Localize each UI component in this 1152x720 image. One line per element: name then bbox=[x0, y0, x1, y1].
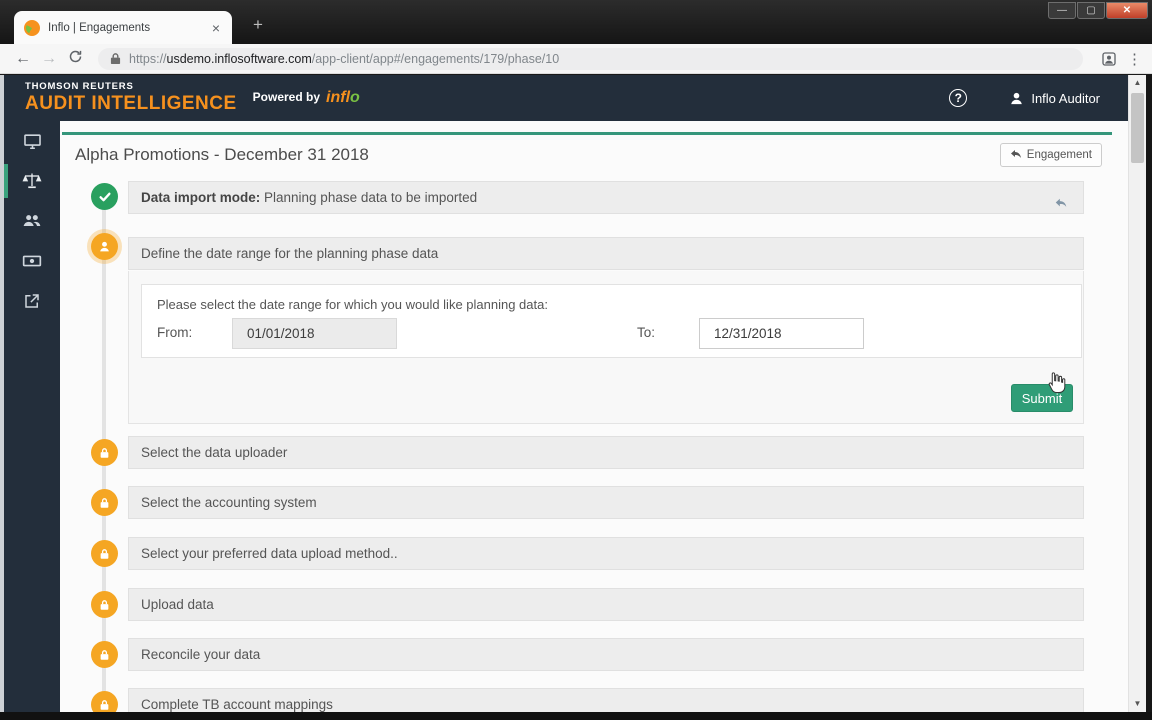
lock-icon bbox=[91, 489, 118, 516]
refresh-icon[interactable] bbox=[62, 49, 88, 69]
browser-tab[interactable]: Inflo | Engagements × bbox=[14, 11, 232, 44]
step-locked[interactable]: Complete TB account mappings bbox=[128, 688, 1084, 712]
browser-menu-icon[interactable]: ⋮ bbox=[1127, 50, 1142, 68]
forward-icon[interactable]: → bbox=[36, 50, 62, 68]
step-data-import-mode[interactable]: Data import mode: Planning phase data to… bbox=[128, 181, 1084, 214]
brand-audit-intelligence: AUDIT INTELLIGENCE bbox=[25, 93, 237, 114]
page-scrollbar[interactable]: ▲ ▼ bbox=[1128, 75, 1146, 712]
window-bottom-border bbox=[0, 712, 1152, 720]
minimize-button[interactable]: — bbox=[1048, 2, 1076, 19]
to-date-input[interactable] bbox=[699, 318, 864, 349]
padlock-icon bbox=[110, 53, 121, 64]
scrollbar-thumb[interactable] bbox=[1131, 93, 1144, 163]
active-user-icon bbox=[91, 233, 118, 260]
undo-icon[interactable] bbox=[1053, 191, 1069, 222]
help-icon[interactable]: ? bbox=[949, 89, 968, 107]
user-name: Inflo Auditor bbox=[1031, 90, 1100, 106]
tab-title: Inflo | Engagements bbox=[48, 21, 151, 34]
step-locked[interactable]: Select the accounting system bbox=[128, 486, 1084, 519]
date-range-form: Please select the date range for which y… bbox=[141, 284, 1082, 358]
step-locked[interactable]: Upload data bbox=[128, 588, 1084, 621]
maximize-button[interactable]: ▢ bbox=[1077, 2, 1105, 19]
back-arrow-icon bbox=[1010, 150, 1021, 158]
scroll-up-icon[interactable]: ▲ bbox=[1129, 75, 1146, 91]
external-link-icon bbox=[25, 294, 39, 308]
sidebar-item-team[interactable] bbox=[4, 201, 60, 241]
page-title: Alpha Promotions - December 31 2018 bbox=[75, 145, 369, 164]
new-tab-button[interactable]: + bbox=[246, 14, 270, 38]
accent-divider bbox=[62, 132, 1112, 135]
check-icon bbox=[91, 183, 118, 210]
sidebar-item-external[interactable] bbox=[4, 281, 60, 321]
people-icon bbox=[23, 215, 41, 226]
window-controls: — ▢ ✕ bbox=[1047, 2, 1148, 19]
back-icon[interactable]: ← bbox=[10, 50, 36, 68]
sidebar-item-dashboard[interactable] bbox=[4, 121, 60, 161]
lock-icon bbox=[91, 641, 118, 668]
powered-by: Powered by inflo bbox=[252, 88, 360, 106]
url-text: https://usdemo.inflosoftware.com/app-cli… bbox=[129, 51, 560, 66]
address-bar[interactable]: https://usdemo.inflosoftware.com/app-cli… bbox=[98, 47, 1083, 70]
lock-icon bbox=[91, 439, 118, 466]
window-titlebar: Inflo | Engagements × + — ▢ ✕ bbox=[0, 0, 1152, 44]
lock-icon bbox=[91, 591, 118, 618]
app-header: THOMSON REUTERS AUDIT INTELLIGENCE Power… bbox=[4, 75, 1128, 121]
profile-icon[interactable] bbox=[1101, 51, 1117, 67]
sidebar-nav bbox=[4, 121, 60, 712]
from-date-input[interactable] bbox=[232, 318, 397, 349]
sidebar-item-billing[interactable] bbox=[4, 241, 60, 281]
lock-icon bbox=[91, 540, 118, 567]
step-locked[interactable]: Select your preferred data upload method… bbox=[128, 537, 1084, 570]
user-menu[interactable]: Inflo Auditor bbox=[1009, 91, 1100, 106]
tab-close-icon[interactable]: × bbox=[208, 20, 224, 36]
browser-window: Inflo | Engagements × + — ▢ ✕ ← → https:… bbox=[0, 0, 1152, 720]
main-content: Alpha Promotions - December 31 2018 Enga… bbox=[60, 121, 1128, 712]
brand-thomson-reuters: THOMSON REUTERS bbox=[25, 81, 134, 92]
step-locked[interactable]: Reconcile your data bbox=[128, 638, 1084, 671]
engagement-button[interactable]: Engagement bbox=[999, 143, 1102, 167]
inflo-favicon-icon bbox=[24, 19, 40, 36]
brand-logo: THOMSON REUTERS AUDIT INTELLIGENCE bbox=[25, 81, 237, 115]
user-icon bbox=[1011, 92, 1023, 104]
step-date-range-header[interactable]: Define the date range for the planning p… bbox=[128, 237, 1084, 270]
lock-icon bbox=[91, 691, 118, 712]
sidebar-item-engagements[interactable] bbox=[4, 161, 60, 201]
window-right-border bbox=[1146, 75, 1152, 712]
monitor-icon bbox=[23, 133, 41, 149]
scroll-down-icon[interactable]: ▼ bbox=[1129, 696, 1146, 712]
close-button[interactable]: ✕ bbox=[1106, 2, 1148, 19]
from-label: From: bbox=[157, 325, 193, 340]
inflo-logo: inflo bbox=[326, 88, 360, 106]
banknote-icon bbox=[22, 255, 42, 267]
date-range-panel: Please select the date range for which y… bbox=[128, 271, 1084, 424]
mouse-cursor bbox=[1044, 371, 1066, 400]
to-label: To: bbox=[637, 325, 656, 340]
page-viewport: THOMSON REUTERS AUDIT INTELLIGENCE Power… bbox=[0, 75, 1152, 712]
browser-toolbar: ← → https://usdemo.inflosoftware.com/app… bbox=[0, 44, 1152, 74]
step-locked[interactable]: Select the data uploader bbox=[128, 436, 1084, 469]
date-range-prompt: Please select the date range for which y… bbox=[157, 297, 548, 312]
scales-icon bbox=[22, 173, 42, 189]
